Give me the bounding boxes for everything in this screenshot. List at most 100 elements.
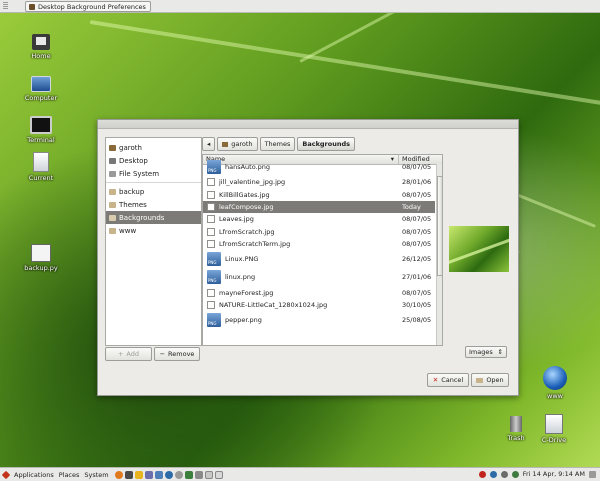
path-button-backgrounds[interactable]: Backgrounds <box>297 137 355 151</box>
document-launcher-icon[interactable] <box>204 470 213 479</box>
place-www[interactable]: www <box>106 224 201 237</box>
remove-bookmark-button[interactable]: − Remove <box>154 347 200 361</box>
file-row[interactable]: KillBillGates.jpg 08/07/05 <box>203 188 435 200</box>
place-label: File System <box>119 169 160 178</box>
file-row[interactable]: NATURE-LittleCat_1280x1024.jpg 30/10/05 <box>203 299 435 311</box>
places-menu[interactable]: Places <box>59 471 80 479</box>
png-file-icon <box>207 252 221 267</box>
update-icon[interactable] <box>511 470 519 478</box>
applications-menu[interactable]: Applications <box>14 471 54 479</box>
file-row[interactable]: Linux.PNG 26/12/05 <box>203 250 435 268</box>
editor-launcher-icon[interactable] <box>184 470 193 479</box>
file-row[interactable]: leafCompose.jpg Today <box>203 200 435 214</box>
bulb-launcher-icon[interactable] <box>134 470 143 479</box>
place-label: Backgrounds <box>119 213 165 222</box>
button-label: Remove <box>168 350 195 358</box>
cd-launcher-icon[interactable] <box>174 470 183 479</box>
place-themes[interactable]: Themes <box>106 198 201 211</box>
place-label: backup <box>119 187 145 196</box>
image-file-icon <box>207 240 215 249</box>
desktop-icon-home[interactable]: Home <box>21 34 61 60</box>
file-row[interactable]: LfromScratch.jpg 08/07/05 <box>203 226 435 238</box>
place-label: Themes <box>119 200 147 209</box>
firefox-launcher-icon[interactable] <box>114 470 123 479</box>
notes-launcher-icon[interactable] <box>214 470 223 479</box>
file-name: NATURE-LittleCat_1280x1024.jpg <box>219 300 328 309</box>
terminal-launcher-icon[interactable] <box>124 470 133 479</box>
desktop-icon-backup-py[interactable]: backup.py <box>21 244 61 272</box>
file-row[interactable]: linux.png 27/01/06 <box>203 268 435 286</box>
file-name: LfromScratchTerm.jpg <box>219 240 291 249</box>
file-row[interactable]: hansAuto.png 08/07/05 <box>203 158 435 176</box>
desktop-icon-c-drive[interactable]: C-Drive <box>534 414 574 444</box>
home-folder-icon <box>32 34 50 50</box>
chat-launcher-icon[interactable] <box>154 470 163 479</box>
path-label: Themes <box>264 140 291 148</box>
taskbar-window-button[interactable]: Desktop Background Preferences <box>25 1 151 12</box>
dialog-titlebar[interactable] <box>98 120 518 129</box>
path-button-themes[interactable]: Themes <box>259 137 296 151</box>
preferences-icon <box>29 3 35 10</box>
desktop-icon-www[interactable]: www <box>535 366 575 400</box>
file-name-cell: NATURE-LittleCat_1280x1024.jpg <box>203 300 399 309</box>
places-separator <box>106 182 201 183</box>
file-name: leafCompose.jpg <box>219 202 274 211</box>
launcher-area <box>114 470 223 479</box>
file-list-scrollbar[interactable] <box>436 164 442 345</box>
files-launcher-icon[interactable] <box>194 470 203 479</box>
alert-icon[interactable] <box>478 470 486 478</box>
file-modified-date: 08/07/05 <box>402 227 432 236</box>
desktop-icon-terminal[interactable]: Terminal <box>21 116 61 144</box>
file-modified-date: Today <box>402 202 421 211</box>
file-name-cell: LfromScratchTerm.jpg <box>203 240 399 249</box>
file-chooser-dialog: garoth Desktop File System backup Themes… <box>97 119 519 396</box>
image-file-icon <box>207 202 215 211</box>
place-backup[interactable]: backup <box>106 185 201 198</box>
desktop-icon-current[interactable]: Current <box>21 152 61 182</box>
volume-icon[interactable] <box>500 470 508 478</box>
file-row[interactable]: jill_valentine_jpg.jpg 28/01/06 <box>203 176 435 188</box>
places-sidebar: garoth Desktop File System backup Themes… <box>105 137 202 346</box>
panel-handle[interactable] <box>3 2 8 10</box>
desktop-icon-trash[interactable]: Trash <box>496 416 536 442</box>
desktop-icon-label: www <box>547 392 563 400</box>
drive-icon <box>545 414 563 434</box>
file-row[interactable]: pepper.png 25/08/05 <box>203 311 435 329</box>
file-row[interactable]: Leaves.jpg 08/07/05 <box>203 213 435 225</box>
image-file-icon <box>207 178 215 187</box>
file-modified-date: 30/10/05 <box>402 300 432 309</box>
file-row[interactable]: LfromScratchTerm.jpg 08/07/05 <box>203 238 435 250</box>
path-back-button[interactable]: ◂ <box>202 137 216 151</box>
place-garoth[interactable]: garoth <box>106 141 201 154</box>
folder-icon <box>109 201 116 208</box>
clock[interactable]: Fri 14 Apr, 9:14 AM <box>523 470 585 478</box>
computer-icon <box>31 76 51 92</box>
place-desktop[interactable]: Desktop <box>106 154 201 167</box>
file-type-filter[interactable]: Images ⇕ <box>465 346 507 358</box>
arrow-left-icon: ◂ <box>207 140 211 148</box>
place-file-system[interactable]: File System <box>106 167 201 180</box>
cancel-button[interactable]: ✕ Cancel <box>427 373 469 387</box>
place-label: Desktop <box>119 156 148 165</box>
document-icon <box>33 152 49 172</box>
network-launcher-icon[interactable] <box>144 470 153 479</box>
open-button[interactable]: Open <box>471 373 509 387</box>
globe-icon <box>543 366 567 390</box>
system-menu[interactable]: System <box>84 471 108 479</box>
filter-label: Images <box>469 348 493 356</box>
file-name-cell: pepper.png <box>203 313 399 328</box>
desktop-icon-label: backup.py <box>24 264 58 272</box>
network-status-icon[interactable] <box>489 470 497 478</box>
scrollbar-thumb[interactable] <box>437 176 442 276</box>
image-file-icon <box>207 300 215 309</box>
file-name: linux.png <box>225 273 256 282</box>
desktop-icon-computer[interactable]: Computer <box>21 76 61 102</box>
add-bookmark-button[interactable]: + Add <box>105 347 152 361</box>
place-backgrounds[interactable]: Backgrounds <box>106 211 201 224</box>
file-row[interactable]: mayneForest.jpg 08/07/05 <box>203 286 435 298</box>
terminal-icon <box>30 116 52 134</box>
path-button-garoth[interactable]: garoth <box>217 137 258 151</box>
globe-launcher-icon[interactable] <box>164 470 173 479</box>
file-name-cell: Linux.PNG <box>203 252 399 267</box>
show-desktop-icon[interactable] <box>589 470 596 478</box>
